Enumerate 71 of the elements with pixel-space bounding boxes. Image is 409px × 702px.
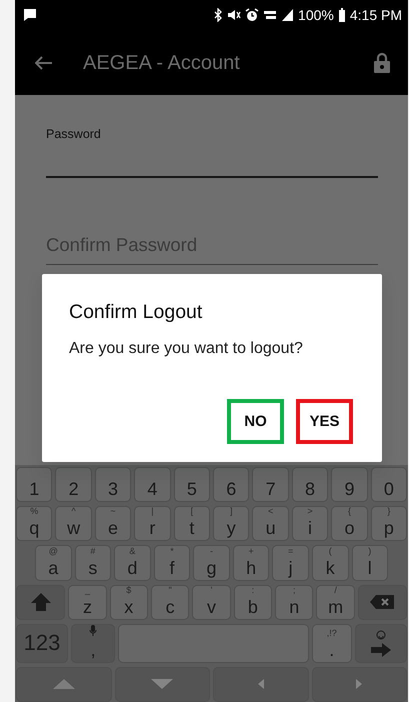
backspace-icon xyxy=(369,594,396,610)
keyboard-key[interactable]: ; n xyxy=(275,584,314,620)
mute-icon xyxy=(227,8,242,22)
keyboard-key[interactable]: } p xyxy=(370,506,408,542)
keyboard-key[interactable]: / m xyxy=(316,584,355,620)
keyboard-key[interactable]: + h xyxy=(232,545,270,581)
keyboard-key[interactable]: ^ w xyxy=(55,506,92,542)
keyboard-key[interactable]: = j xyxy=(272,545,309,581)
keyboard-key[interactable] xyxy=(358,584,408,620)
keyboard-key[interactable] xyxy=(16,584,66,620)
message-icon xyxy=(23,8,37,22)
microphone-icon xyxy=(89,624,98,637)
right-triangle-icon xyxy=(356,679,362,690)
bluetooth-icon xyxy=(214,8,224,22)
keyboard-key[interactable]: 6 xyxy=(213,467,250,502)
dialog-title: Confirm Logout xyxy=(69,300,204,325)
keyboard-key[interactable]: 8 xyxy=(292,467,328,502)
down-triangle-icon xyxy=(151,679,174,690)
keyboard-key[interactable]: ) l xyxy=(352,545,388,581)
lock-icon[interactable] xyxy=(374,52,390,73)
keyboard-key[interactable]: [ t xyxy=(174,506,210,542)
keyboard-key[interactable]: ( k xyxy=(312,545,348,581)
keyboard-key[interactable]: , xyxy=(70,624,116,663)
screen-title: AEGEA - Account xyxy=(83,50,240,76)
keyboard-key[interactable]: 0 xyxy=(370,467,408,502)
keyboard-key[interactable]: $ x xyxy=(110,584,148,620)
keyboard-key[interactable] xyxy=(16,666,112,702)
keyboard-key[interactable]: 5 xyxy=(174,467,210,502)
alarm-icon xyxy=(245,8,260,22)
keyboard-key[interactable]: : b xyxy=(234,584,272,620)
clock-time: 4:15 PM xyxy=(350,6,402,24)
signal-icon xyxy=(281,8,294,22)
smiley-icon xyxy=(376,630,386,640)
network-type-icon xyxy=(263,8,278,22)
keyboard-key[interactable]: ] y xyxy=(213,506,250,542)
keyboard-key[interactable]: ' v xyxy=(192,584,231,620)
yes-button[interactable]: YES xyxy=(296,399,353,444)
keyboard-key[interactable] xyxy=(114,666,210,702)
keyboard-key[interactable]: 1 xyxy=(16,467,52,502)
keyboard-key[interactable]: > i xyxy=(292,506,328,542)
space-key[interactable] xyxy=(118,624,309,663)
keyboard-key[interactable]: 9 xyxy=(331,467,368,502)
keyboard-key[interactable]: < u xyxy=(252,506,289,542)
keyboard-key[interactable]: ~ e xyxy=(94,506,132,542)
shift-icon xyxy=(30,592,52,612)
keyboard-key[interactable]: 4 xyxy=(134,467,171,502)
keyboard-key[interactable]: " c xyxy=(150,584,190,620)
up-triangle-icon xyxy=(52,679,75,690)
dialog-message: Are you sure you want to logout? xyxy=(69,339,304,360)
keyboard-key[interactable]: * f xyxy=(154,545,190,581)
keyboard-key[interactable]: 123 xyxy=(16,624,68,663)
no-button[interactable]: NO xyxy=(227,399,284,444)
battery-percent: 100% xyxy=(298,6,334,24)
field-label: Password xyxy=(46,126,102,143)
keyboard-key[interactable]: _ z xyxy=(68,584,107,620)
keyboard-key[interactable]: ,!? . xyxy=(312,624,352,663)
keyboard-key[interactable] xyxy=(355,624,407,663)
battery-icon xyxy=(338,8,346,22)
keyboard-key[interactable]: # s xyxy=(74,545,112,581)
keyboard-key[interactable]: { o xyxy=(331,506,368,542)
keyboard-key[interactable]: - g xyxy=(193,545,230,581)
keyboard-key[interactable]: 3 xyxy=(94,467,132,502)
keyboard-key[interactable]: 7 xyxy=(252,467,289,502)
keyboard-key[interactable]: & d xyxy=(114,545,151,581)
left-triangle-icon xyxy=(258,679,264,690)
keyboard-key[interactable]: | r xyxy=(134,506,171,542)
back-arrow-icon[interactable] xyxy=(35,56,53,70)
keyboard-key[interactable]: @ a xyxy=(35,545,72,581)
keyboard-key[interactable]: % q xyxy=(16,506,52,542)
enter-arrow-icon xyxy=(370,642,392,657)
keyboard-key[interactable]: 2 xyxy=(55,467,92,502)
